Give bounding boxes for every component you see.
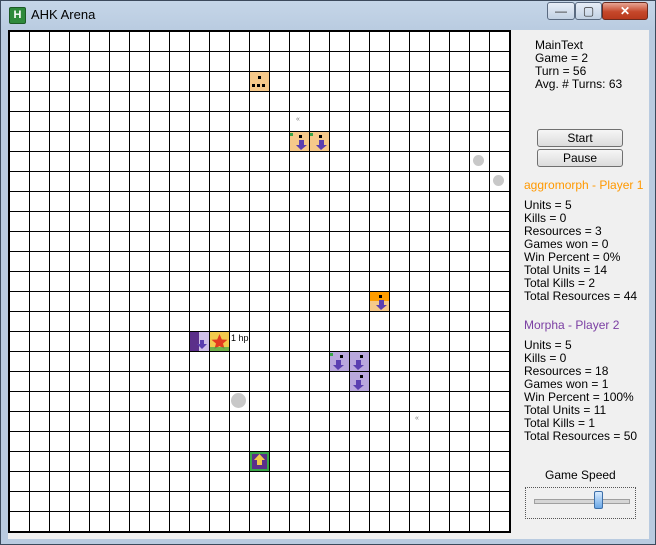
close-button[interactable]: ✕ [602,2,648,20]
player1-unit [290,132,309,151]
avg-turns: Avg. # Turns: 63 [535,77,623,91]
player1-star-unit [210,332,229,351]
app-window: H AHK Arena — ▢ ✕ « 1 hp « MainText Game… [0,0,656,545]
player2-unit [190,332,209,351]
window-title: AHK Arena [31,7,96,22]
resource-node [493,175,504,186]
tiny-marker: « [415,415,419,422]
slider-track[interactable] [534,499,630,504]
star-icon [210,332,229,351]
unit-arrow-icon [330,353,344,370]
title-bar[interactable]: H AHK Arena — ▢ ✕ [1,1,655,27]
arena-grid[interactable]: « 1 hp « [8,30,511,533]
game-speed-slider[interactable] [525,487,636,519]
hp-label: 1 hp [231,333,249,343]
player1-unit [370,292,389,311]
unit-arrow-icon [290,133,307,150]
app-icon: H [9,7,26,24]
close-icon: ✕ [619,4,631,18]
resource-node [231,393,246,408]
client-area: « 1 hp « MainText Game = 2 Turn = 56 Avg… [8,30,649,539]
player1-title: aggromorph - Player 1 [524,178,644,192]
maximize-button[interactable]: ▢ [575,2,602,20]
unit-arrow-icon [353,375,364,390]
unit-arrow-icon [252,454,267,469]
player1-unit [310,132,329,151]
player2-unit [350,352,369,371]
player2-unit [330,352,349,371]
start-button[interactable]: Start [537,129,623,147]
unit-arrow-icon [370,292,389,310]
unit-arrow-icon [353,355,364,370]
resource-node [473,155,484,166]
player2-title: Morpha - Player 2 [524,318,620,332]
game-speed-label: Game Speed [545,468,616,482]
player2-unit [250,452,269,471]
maximize-icon: ▢ [582,4,595,18]
side-panel: MainText Game = 2 Turn = 56 Avg. # Turns… [518,30,646,539]
slider-thumb[interactable] [594,491,603,509]
player1-unit [250,72,269,91]
unit-arrow-icon [190,332,207,351]
minimize-button[interactable]: — [547,2,575,20]
pause-button[interactable]: Pause [537,149,623,167]
unit-arrow-icon [310,133,327,150]
player2-total-resources: Total Resources = 50 [524,429,638,443]
player1-total-resources: Total Resources = 44 [524,289,638,303]
player2-unit [350,372,369,391]
tiny-marker: « [296,116,300,123]
minimize-icon: — [555,4,567,18]
